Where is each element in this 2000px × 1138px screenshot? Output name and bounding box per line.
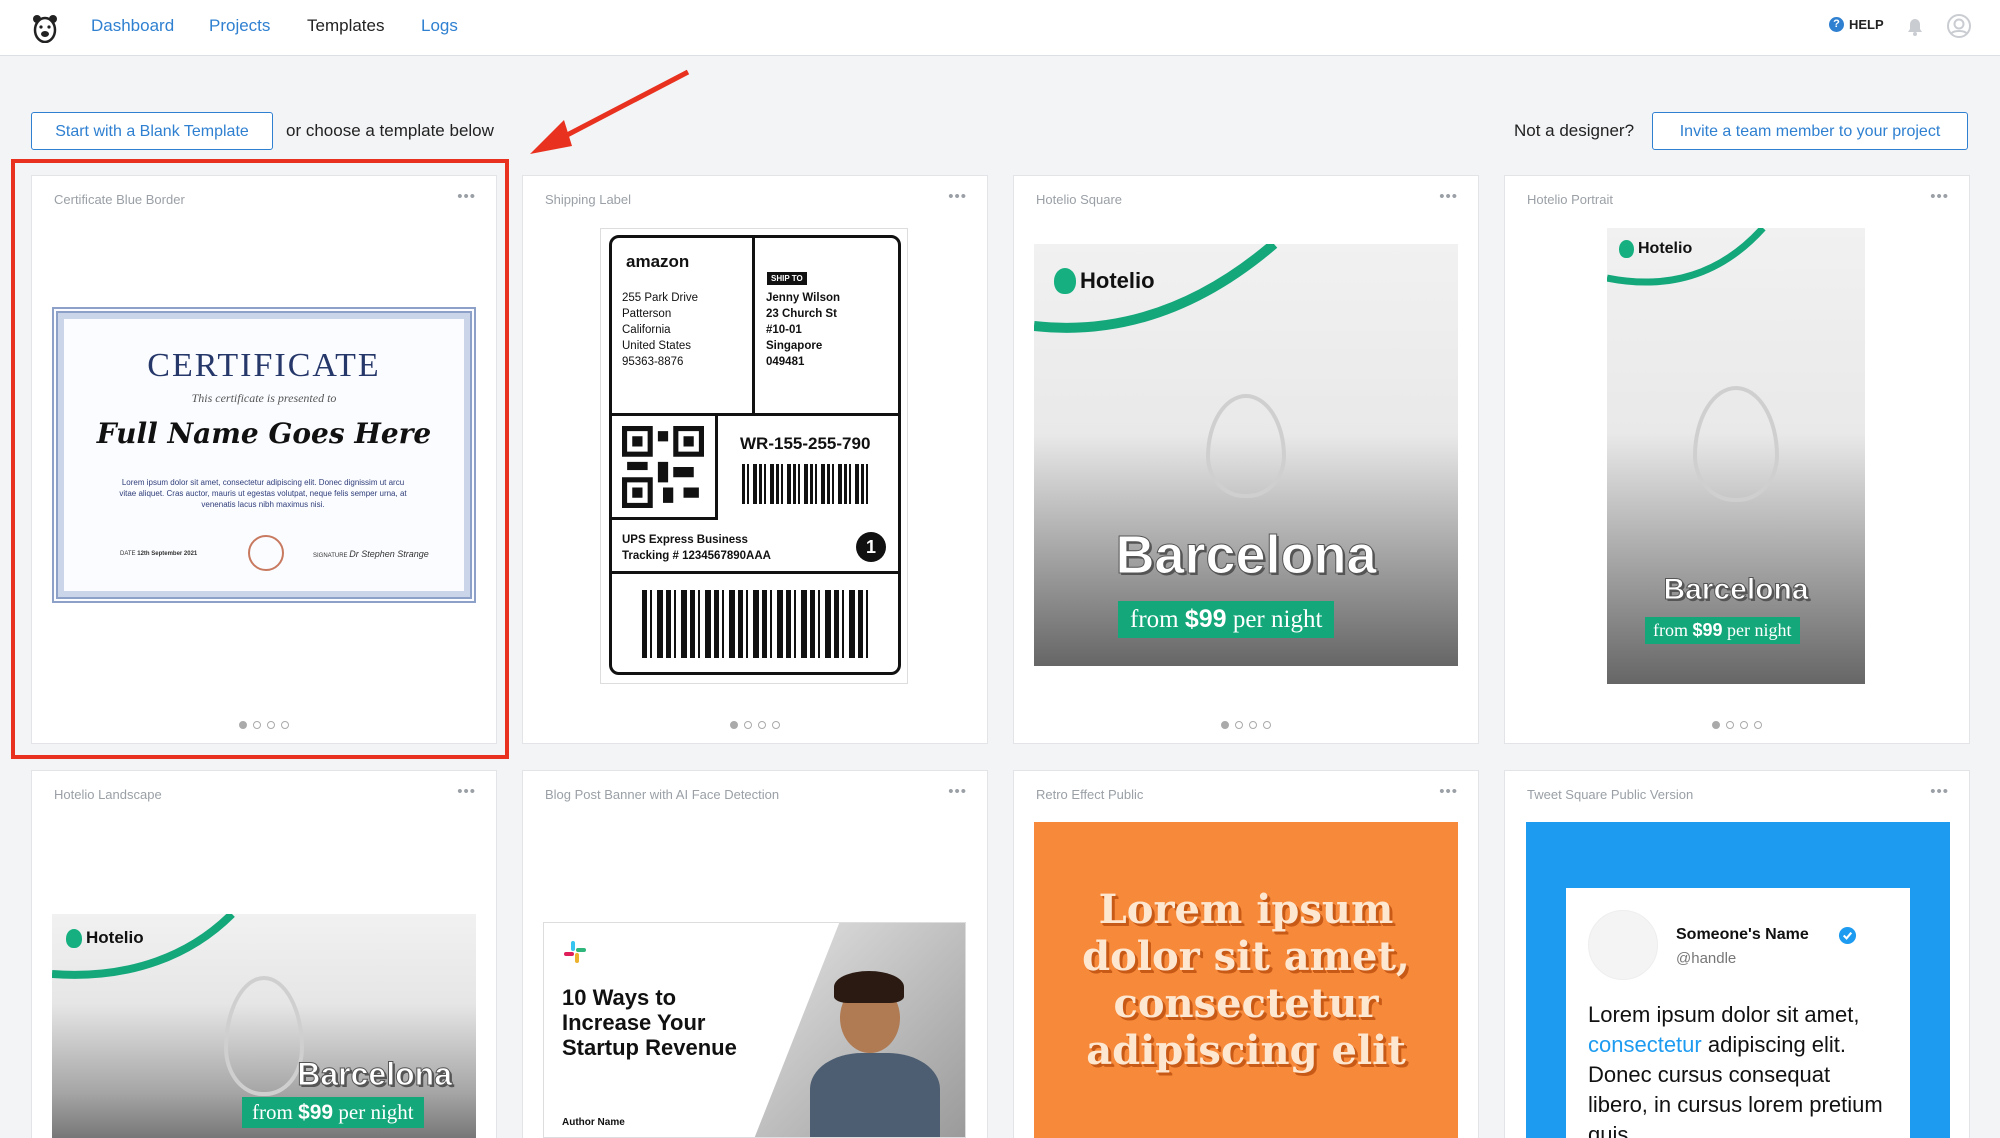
- bear-placeholder-icon: [1206, 394, 1286, 498]
- invite-team-member-button[interactable]: Invite a team member to your project: [1652, 112, 1968, 150]
- tweet-preview: Someone's Name @handle Lorem ipsum dolor…: [1526, 822, 1950, 1138]
- amazon-logo: amazon: [626, 252, 690, 271]
- service-number-badge: 1: [856, 532, 886, 562]
- blog-banner-preview: 10 Ways to Increase Your Startup Revenue…: [543, 922, 966, 1138]
- city-name: Barcelona: [1663, 573, 1809, 607]
- not-designer-text: Not a designer?: [1514, 121, 1635, 140]
- barcode-small-icon: [742, 464, 872, 504]
- retro-text: Lorem ipsum dolor sit amet, consectetur …: [1082, 886, 1410, 1074]
- person-photo: [754, 923, 965, 1137]
- tweet-text: Lorem ipsum dolor sit amet, consectetur …: [1588, 1002, 1883, 1138]
- price-badge: from $99 per night: [1118, 601, 1335, 638]
- owl-icon: [1054, 268, 1076, 294]
- hotelio-logo: Hotelio: [1619, 240, 1692, 258]
- shipping-to-address: Jenny Wilson 23 Church St #10-01 Singapore 0…: [766, 292, 841, 368]
- blank-template-button[interactable]: Start with a Blank Template: [31, 112, 273, 150]
- tweet-name: Someone's Name: [1676, 926, 1809, 943]
- annotation-arrow-icon: [530, 69, 690, 154]
- blog-author: Author Name: [562, 1117, 625, 1128]
- owl-icon: [66, 928, 82, 948]
- bell-icon[interactable]: [1906, 17, 1924, 37]
- choose-template-text: or choose a template below: [286, 121, 494, 140]
- swoosh-icon: [52, 914, 235, 979]
- help-icon: ?: [1829, 17, 1844, 32]
- shipping-from-address: 255 Park Drive Patterson California United …: [622, 292, 699, 368]
- card-title: Retro Effect Public: [1036, 787, 1144, 802]
- tweet-handle: @handle: [1676, 950, 1737, 967]
- nav-logs[interactable]: Logs: [421, 16, 458, 36]
- card-title: Hotelio Landscape: [54, 787, 162, 802]
- tweet-avatar: [1588, 910, 1658, 980]
- card-title: Hotelio Portrait: [1527, 192, 1613, 207]
- price-badge: from $99 per night: [242, 1097, 424, 1128]
- hotelio-logo: Hotelio: [1054, 268, 1155, 294]
- barcode-large-icon: [642, 590, 872, 658]
- swoosh-icon: [1034, 244, 1278, 333]
- card-menu-icon[interactable]: •••: [1930, 188, 1949, 205]
- service-info: UPS Express Business Tracking # 123456789…: [622, 534, 771, 562]
- card-title: Hotelio Square: [1036, 192, 1122, 207]
- slack-logo-icon: [564, 941, 586, 963]
- card-menu-icon[interactable]: •••: [457, 783, 476, 800]
- bear-placeholder-icon: [1693, 386, 1779, 502]
- retro-effect-preview: Lorem ipsum dolor sit amet, consectetur …: [1034, 822, 1458, 1138]
- verified-badge-icon: [1838, 926, 1857, 945]
- hotelio-portrait-preview: Hotelio Barcelona from $99 per night: [1607, 228, 1865, 684]
- top-navbar: Dashboard Projects Templates Logs ? HELP: [0, 0, 2000, 56]
- bear-logo-icon[interactable]: [31, 13, 59, 43]
- hotelio-square-preview: Hotelio Barcelona from $99 per night: [1034, 244, 1458, 666]
- nav-dashboard[interactable]: Dashboard: [91, 16, 174, 36]
- card-menu-icon[interactable]: •••: [948, 188, 967, 205]
- user-avatar-icon[interactable]: [1947, 14, 1971, 38]
- selection-highlight: [11, 159, 509, 759]
- card-menu-icon[interactable]: •••: [1439, 783, 1458, 800]
- city-name: Barcelona: [297, 1056, 453, 1093]
- card-title: Tweet Square Public Version: [1527, 787, 1694, 802]
- card-pager: [1014, 721, 1478, 729]
- card-pager: [523, 721, 987, 729]
- card-title: Shipping Label: [545, 192, 632, 207]
- card-menu-icon[interactable]: •••: [948, 783, 967, 800]
- shipping-label-preview: amazon 255 Park Drive Patterson California…: [600, 228, 908, 684]
- price-badge: from $99 per night: [1645, 617, 1800, 644]
- nav-templates[interactable]: Templates: [307, 16, 384, 36]
- tracking-code: WR-155-255-790: [740, 434, 871, 453]
- owl-icon: [1619, 240, 1634, 258]
- help-link[interactable]: ? HELP: [1829, 17, 1884, 32]
- card-menu-icon[interactable]: •••: [1930, 783, 1949, 800]
- hotelio-logo: Hotelio: [66, 928, 144, 948]
- card-pager: [1505, 721, 1969, 729]
- hotelio-landscape-preview: Hotelio Barcelona from $99 per night: [52, 914, 476, 1138]
- ship-to-badge: SHIP TO: [767, 272, 807, 285]
- help-label: HELP: [1849, 17, 1884, 32]
- card-menu-icon[interactable]: •••: [1439, 188, 1458, 205]
- card-title: Blog Post Banner with AI Face Detection: [545, 787, 780, 802]
- qr-code-icon: [622, 426, 704, 508]
- blog-headline: 10 Ways to Increase Your Startup Revenue: [562, 985, 737, 1060]
- city-name: Barcelona: [1115, 525, 1377, 586]
- swoosh-icon: [1607, 228, 1766, 286]
- nav-projects[interactable]: Projects: [209, 16, 270, 36]
